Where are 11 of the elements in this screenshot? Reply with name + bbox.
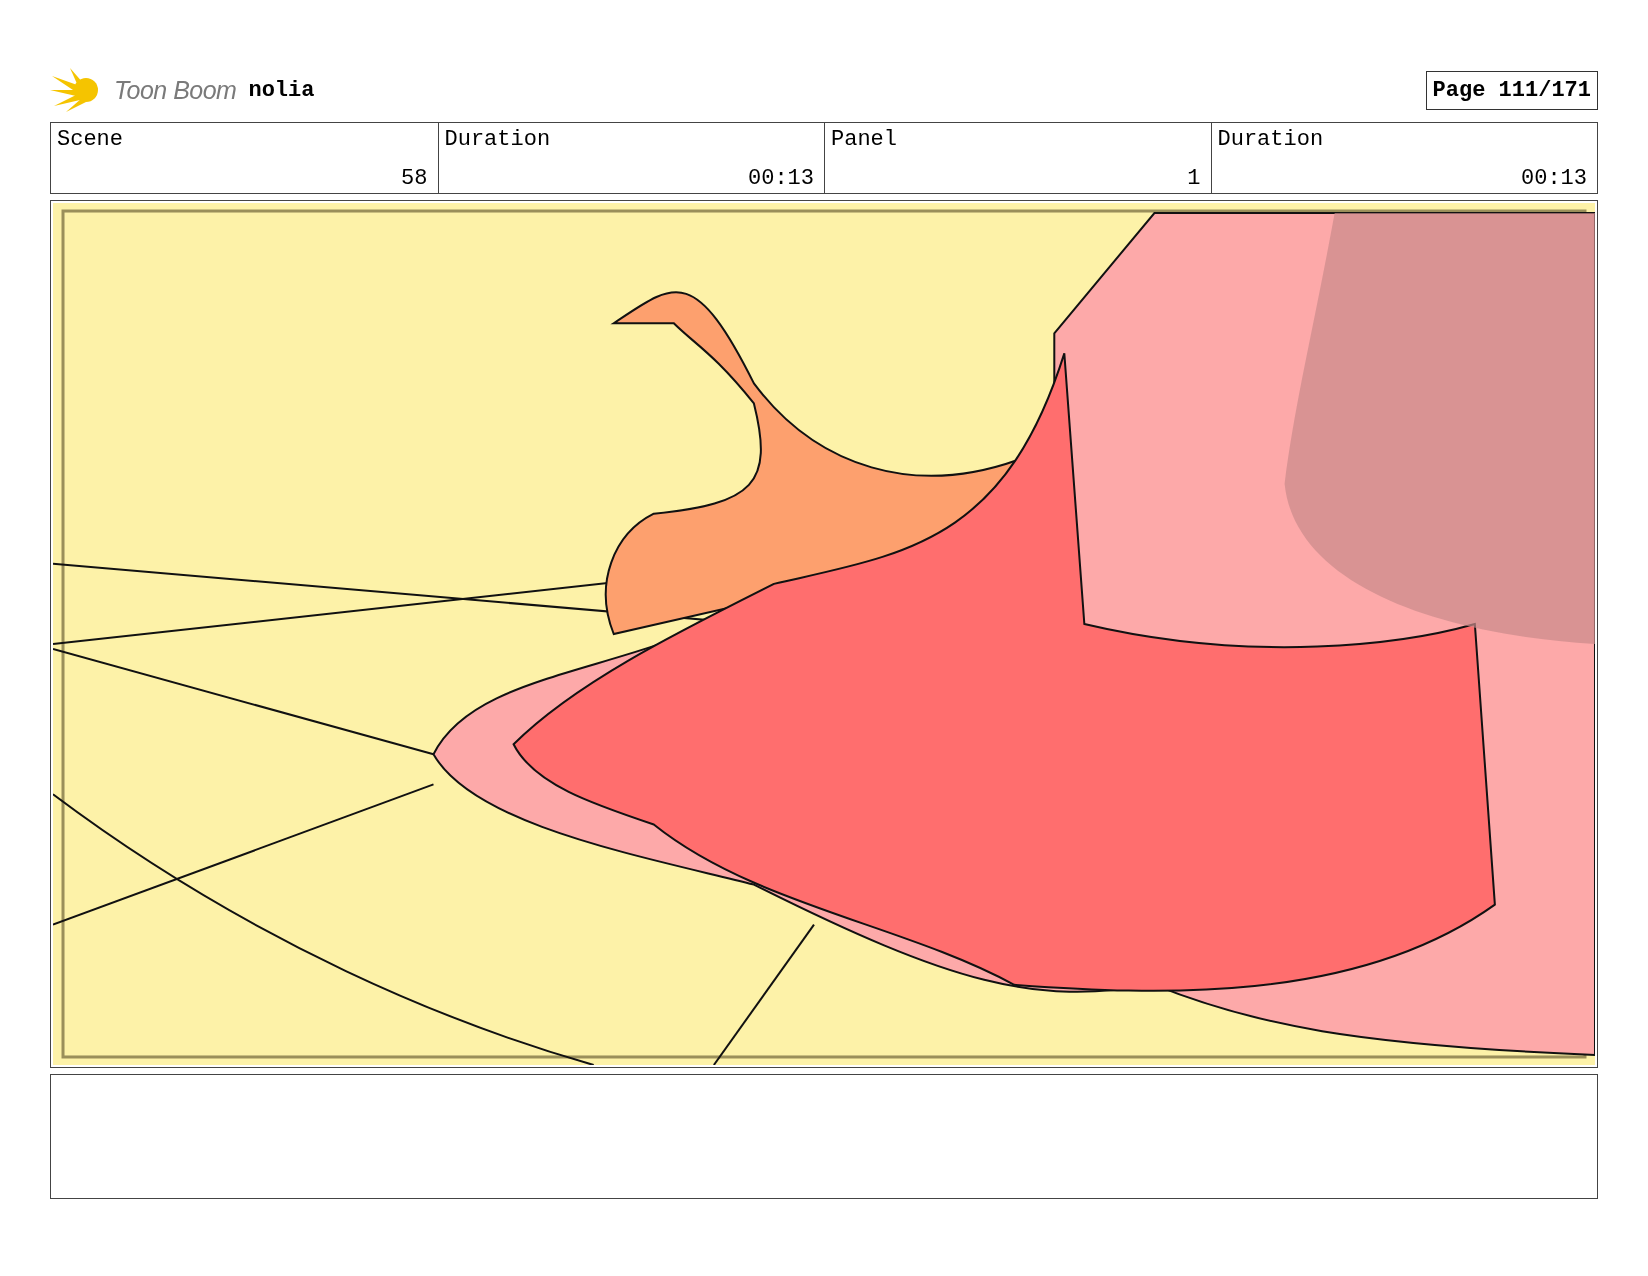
brand-name: Toon Boom — [114, 75, 237, 105]
project-name: nolia — [248, 77, 315, 103]
page-number: Page 111/171 — [1425, 70, 1598, 110]
column-header: Scene — [57, 127, 124, 152]
column-header: Duration — [1217, 127, 1325, 152]
table-cell: 58 — [401, 166, 428, 191]
table-cell: 00:13 — [748, 166, 814, 191]
column-header: Panel — [831, 127, 898, 152]
table-cell: 00:13 — [1521, 166, 1587, 191]
table-cell: 1 — [1187, 166, 1201, 191]
column-header: Duration — [444, 127, 552, 152]
